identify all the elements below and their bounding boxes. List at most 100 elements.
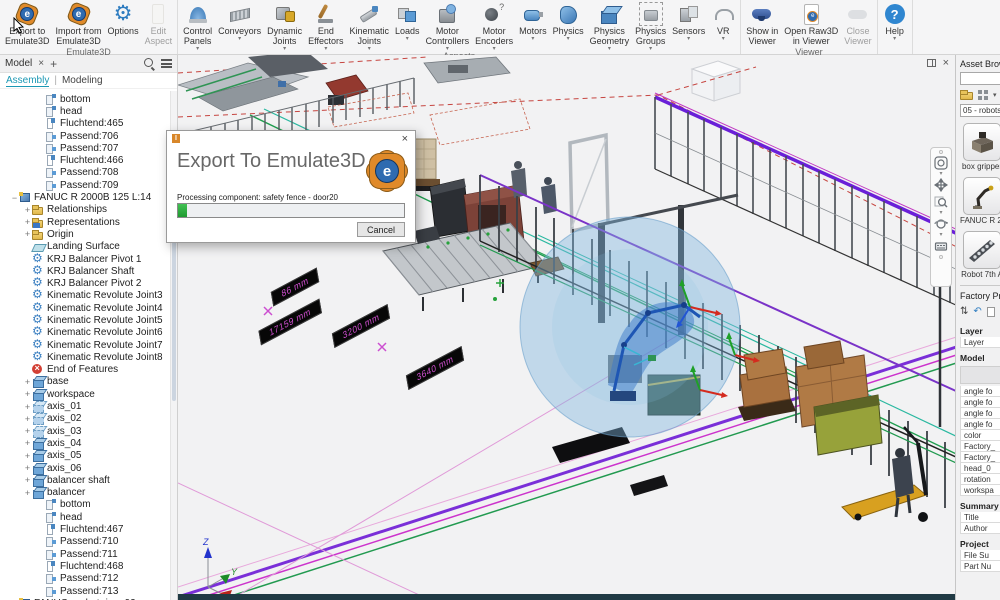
tree-item-passend-708[interactable]: Passend:708 — [0, 167, 170, 179]
tree-item-kinematic-revolute-joint7[interactable]: Kinematic Revolute Joint7 — [0, 339, 170, 351]
options-button[interactable]: Options — [105, 0, 142, 47]
physics-groups-button[interactable]: Physics Groups▾ — [632, 0, 669, 51]
pan-icon[interactable] — [933, 177, 949, 193]
tree-expander[interactable]: + — [23, 377, 32, 387]
tree-expander[interactable]: + — [23, 217, 32, 227]
dropdown-caret-icon[interactable]: ▾ — [687, 37, 690, 41]
robot-7th-axis-thumbnail[interactable] — [963, 231, 1000, 269]
tree-item-axis-06[interactable]: +axis_06 — [0, 462, 170, 474]
help-button[interactable]: Help▾ — [880, 0, 910, 41]
dialog-close-icon[interactable]: × — [400, 134, 410, 144]
tree-item-passend-711[interactable]: Passend:711 — [0, 548, 170, 560]
tree-item-axis-04[interactable]: +axis_04 — [0, 437, 170, 449]
property-row[interactable]: Factory_ — [960, 452, 1000, 463]
property-row[interactable]: Part Nu — [960, 561, 1000, 572]
tree-item-krj-balancer-shaft[interactable]: KRJ Balancer Shaft — [0, 265, 170, 277]
tree-item-balancer[interactable]: +balancer — [0, 487, 170, 499]
viewport-close-icon[interactable]: × — [943, 58, 949, 68]
tree-item-passend-710[interactable]: Passend:710 — [0, 536, 170, 548]
asset-item[interactable]: box gripper — [960, 123, 1000, 171]
tree-item-passend-712[interactable]: Passend:712 — [0, 573, 170, 585]
tree-item-origin[interactable]: +Origin — [0, 228, 170, 240]
asset-search-input[interactable] — [960, 72, 1000, 85]
property-row[interactable]: head_0 — [960, 463, 1000, 474]
physics-geometry-button[interactable]: Physics Geometry▾ — [587, 0, 633, 51]
undo-icon[interactable]: ↶ — [973, 306, 981, 317]
tree-expander[interactable]: + — [23, 229, 32, 239]
asset-folder-dropdown[interactable]: 05 - robots an — [960, 104, 1000, 117]
chevron-down-icon[interactable]: ▾ — [993, 91, 997, 99]
property-row[interactable]: color — [960, 430, 1000, 441]
property-row[interactable]: angle fo — [960, 386, 1000, 397]
tree-item-krj-balancer-pivot-1[interactable]: KRJ Balancer Pivot 1 — [0, 253, 170, 265]
tree-expander[interactable]: + — [23, 463, 32, 473]
tree-item-bottom[interactable]: bottom — [0, 93, 170, 105]
dropdown-caret-icon[interactable]: ▾ — [531, 37, 534, 41]
dialog-title-bar[interactable]: × — [167, 131, 415, 146]
tree-item-workspace[interactable]: +workspace — [0, 388, 170, 400]
navbar-handle[interactable] — [939, 255, 943, 259]
dynamic-joints-button[interactable]: Dynamic Joints▾ — [264, 0, 305, 51]
tree-item-kinematic-revolute-joint3[interactable]: Kinematic Revolute Joint3 — [0, 290, 170, 302]
sensors-button[interactable]: Sensors▾ — [669, 0, 708, 51]
tree-item-fluchtend-465[interactable]: Fluchtend:465 — [0, 118, 170, 130]
conveyors-button[interactable]: Conveyors▾ — [215, 0, 264, 51]
tree-expander[interactable]: + — [23, 475, 32, 485]
tree-item-representations[interactable]: +Representations — [0, 216, 170, 228]
tree-item-axis-01[interactable]: +axis_01 — [0, 400, 170, 412]
tree-item-fluchtend-467[interactable]: Fluchtend:467 — [0, 523, 170, 535]
tree-expander[interactable]: + — [23, 205, 32, 215]
grid-view-icon[interactable] — [978, 90, 988, 100]
tree-item-fluchtend-466[interactable]: Fluchtend:466 — [0, 154, 170, 166]
property-row[interactable]: angle fo — [960, 419, 1000, 430]
motors-button[interactable]: Motors▾ — [516, 0, 550, 51]
split-view-icon[interactable] — [927, 59, 936, 67]
tree-expander[interactable]: + — [23, 488, 32, 498]
tree-expander[interactable]: + — [23, 451, 32, 461]
tree-item-head[interactable]: head — [0, 105, 170, 117]
add-folder-icon[interactable] — [960, 90, 973, 100]
export-to-emulate3d-button[interactable]: Export to Emulate3D — [2, 0, 53, 47]
open-raw3d-in-viewer-button[interactable]: Open Raw3D in Viewer — [781, 0, 841, 47]
tab-model[interactable]: Model — [5, 58, 32, 69]
look-at-icon[interactable] — [933, 238, 949, 254]
property-row[interactable]: angle fo — [960, 408, 1000, 419]
tree-item-passend-706[interactable]: Passend:706 — [0, 130, 170, 142]
page-icon[interactable] — [987, 307, 995, 317]
tree-item-axis-05[interactable]: +axis_05 — [0, 450, 170, 462]
tree-item-axis-02[interactable]: +axis_02 — [0, 413, 170, 425]
tree-item-kinematic-revolute-joint4[interactable]: Kinematic Revolute Joint4 — [0, 302, 170, 314]
end-effectors-button[interactable]: End Effectors▾ — [305, 0, 346, 51]
fanuc-robot-thumbnail[interactable] — [963, 177, 1000, 215]
kinematic-joints-button[interactable]: Kinematic Joints▾ — [347, 0, 393, 51]
sort-icon[interactable]: ⇅ — [960, 306, 968, 317]
menu-icon[interactable] — [161, 59, 172, 68]
navbar-caret-icon[interactable]: ▾ — [939, 172, 942, 176]
tree-expander[interactable]: + — [23, 438, 32, 448]
orbit-icon[interactable] — [933, 216, 949, 232]
tree-item-passend-713[interactable]: Passend:713 — [0, 585, 170, 597]
property-row[interactable]: Factory_ — [960, 441, 1000, 452]
tree-item-passend-707[interactable]: Passend:707 — [0, 142, 170, 154]
tab-assembly[interactable]: Assembly — [6, 75, 49, 87]
vr-button[interactable]: VR▾ — [708, 0, 738, 51]
dropdown-caret-icon[interactable]: ▾ — [406, 37, 409, 41]
dropdown-caret-icon[interactable]: ▾ — [567, 37, 570, 41]
tree-item-kinematic-revolute-joint8[interactable]: Kinematic Revolute Joint8 — [0, 351, 170, 363]
dropdown-caret-icon[interactable]: ▾ — [238, 37, 241, 41]
tree-expander[interactable]: + — [23, 426, 32, 436]
tree-item-axis-03[interactable]: +axis_03 — [0, 425, 170, 437]
tree-item-relationships[interactable]: +Relationships — [0, 204, 170, 216]
new-tab-button[interactable]: + — [50, 57, 57, 71]
show-in-viewer-button[interactable]: Show in Viewer — [743, 0, 781, 47]
tab-modeling[interactable]: Modeling — [62, 75, 103, 86]
property-row[interactable]: angle fo — [960, 397, 1000, 408]
property-row[interactable]: workspa — [960, 485, 1000, 496]
navbar-handle[interactable] — [939, 150, 943, 154]
tree-item-end-of-features[interactable]: End of Features — [0, 364, 170, 376]
property-row[interactable]: Title — [960, 512, 1000, 523]
loads-button[interactable]: Loads▾ — [392, 0, 423, 51]
tree-item-landing-surface[interactable]: Landing Surface — [0, 241, 170, 253]
search-icon[interactable] — [144, 58, 155, 69]
tree-item-kinematic-revolute-joint6[interactable]: Kinematic Revolute Joint6 — [0, 327, 170, 339]
